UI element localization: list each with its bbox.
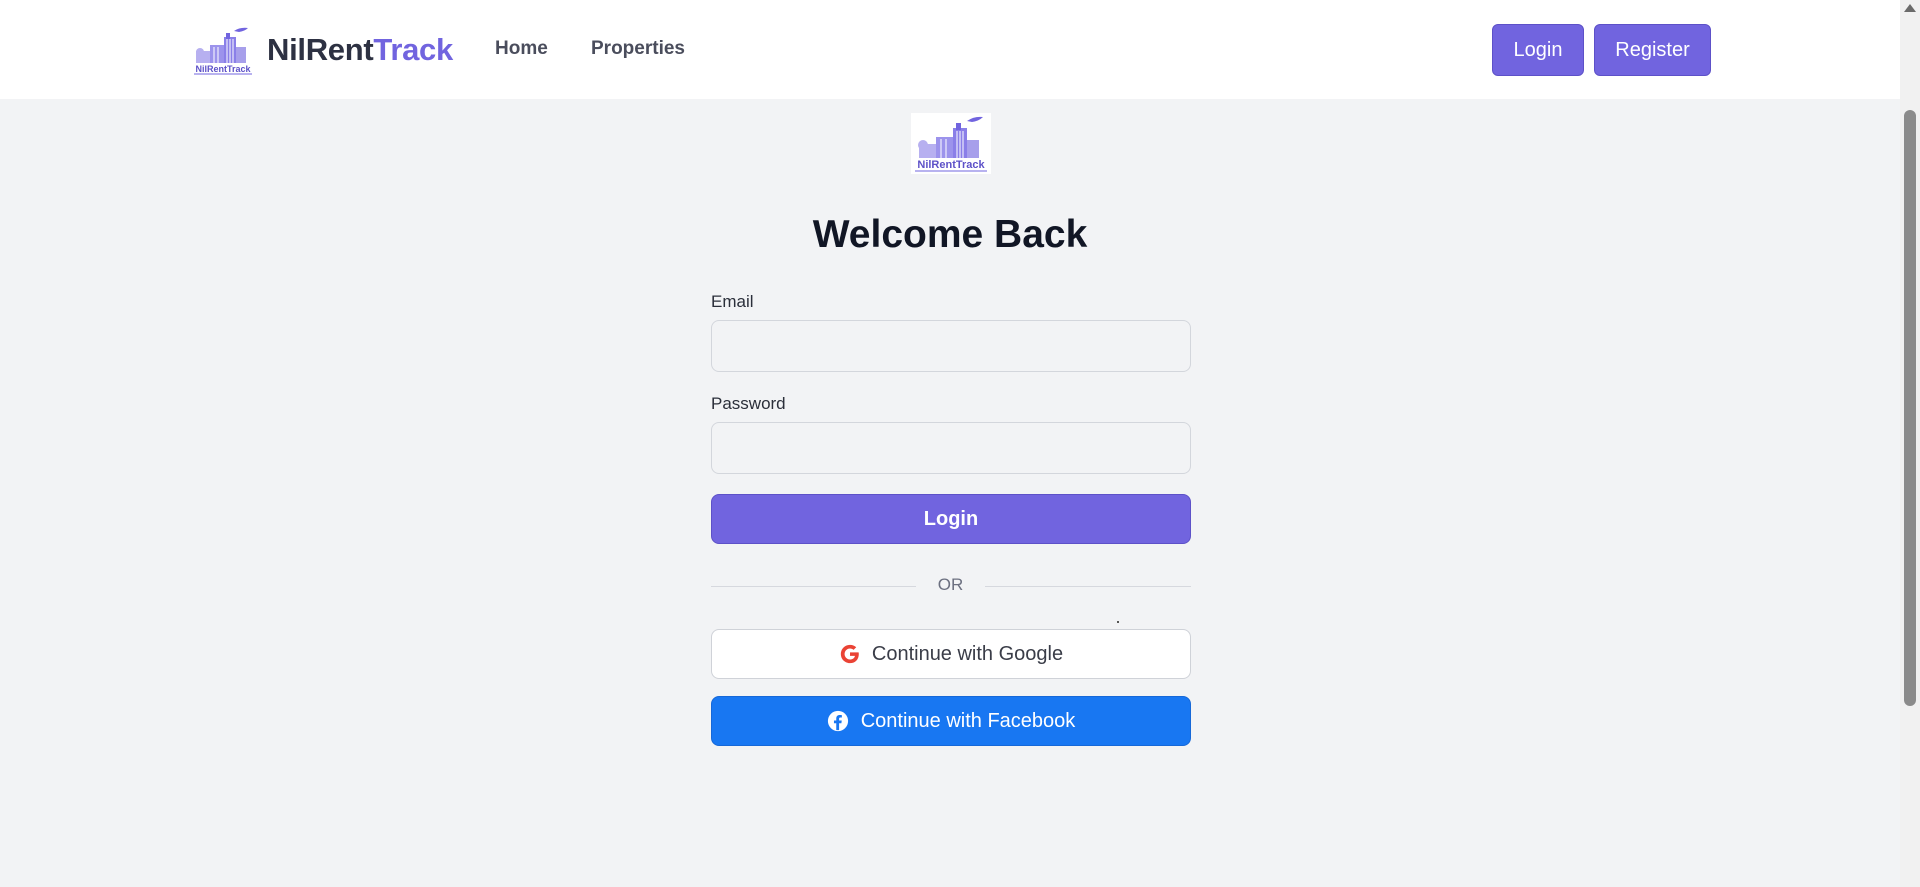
facebook-button-label: Continue with Facebook — [860, 709, 1076, 732]
google-g-icon — [840, 644, 859, 664]
building-logo-icon: NilRentTrack — [911, 113, 991, 174]
password-field[interactable] — [711, 422, 1191, 474]
building-logo-icon: NilRentTrack — [194, 27, 252, 75]
nav-home-link[interactable]: Home — [495, 38, 548, 60]
top-navbar: NilRentTrack NilRentTrack Home Propertie… — [0, 0, 1900, 99]
email-field[interactable] — [711, 320, 1191, 372]
login-submit-button[interactable]: Login — [711, 494, 1191, 544]
page-scrollbar[interactable] — [1900, 0, 1920, 887]
continue-with-google-button[interactable]: Continue with Google — [711, 629, 1191, 679]
nav-properties-link[interactable]: Properties — [591, 38, 685, 60]
facebook-f-icon — [827, 710, 848, 732]
scrollbar-thumb[interactable] — [1904, 110, 1916, 706]
email-label: Email — [711, 292, 754, 311]
svg-text:NilRentTrack: NilRentTrack — [917, 159, 985, 171]
header-login-button[interactable]: Login — [1492, 24, 1584, 76]
svg-text:NilRentTrack: NilRentTrack — [195, 64, 251, 74]
page-title: Welcome Back — [812, 213, 1088, 256]
divider-line-left — [711, 586, 916, 587]
header-register-button[interactable]: Register — [1594, 24, 1711, 76]
brand-name: NilRentTrack — [267, 32, 453, 68]
or-divider-text: OR — [937, 575, 964, 594]
stray-dot — [1117, 621, 1119, 623]
brand-name-part1: NilRent — [267, 32, 374, 67]
google-button-label: Continue with Google — [871, 642, 1064, 665]
scroll-up-arrow-icon[interactable] — [1904, 4, 1916, 12]
continue-with-facebook-button[interactable]: Continue with Facebook — [711, 696, 1191, 746]
brand[interactable]: NilRentTrack NilRentTrack — [190, 25, 453, 75]
brand-name-part2: Track — [373, 32, 453, 67]
divider-line-right — [985, 586, 1191, 587]
password-label: Password — [711, 394, 786, 413]
